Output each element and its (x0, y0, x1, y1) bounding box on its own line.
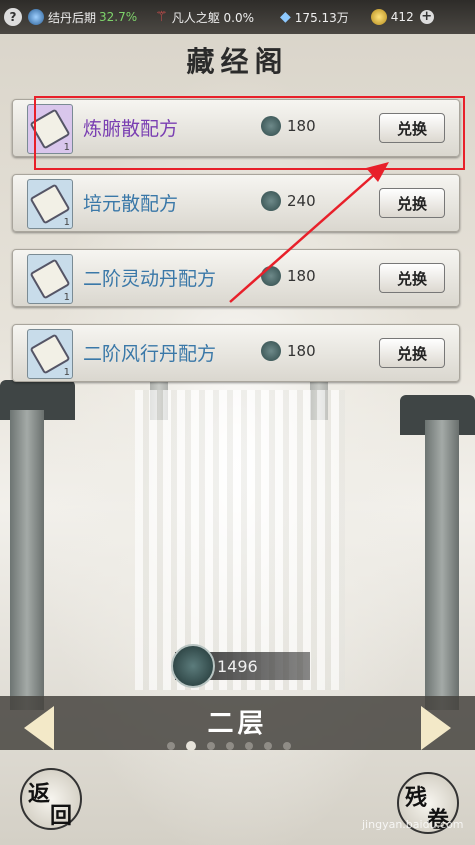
page-indicator (167, 741, 291, 751)
page-dot (245, 742, 253, 750)
floor-label: 二层 (207, 709, 268, 739)
page-dot (226, 742, 234, 750)
watermark: jingyan.baidu.com (362, 818, 464, 831)
page-dot (264, 742, 272, 750)
balance-value: 1496 (217, 656, 258, 676)
return-label: 回 (50, 803, 73, 829)
page-dot (283, 742, 291, 750)
balance-display: 1496 (171, 644, 310, 688)
next-floor-arrow-icon[interactable] (421, 706, 451, 750)
page-dot (167, 742, 175, 750)
fragments-label: 残 (405, 785, 428, 811)
page-dot-active (186, 741, 196, 751)
return-button[interactable]: 返 回 (20, 768, 82, 830)
balance-coin-icon (171, 644, 215, 688)
return-label: 返 (28, 781, 51, 807)
page-dot (207, 742, 215, 750)
